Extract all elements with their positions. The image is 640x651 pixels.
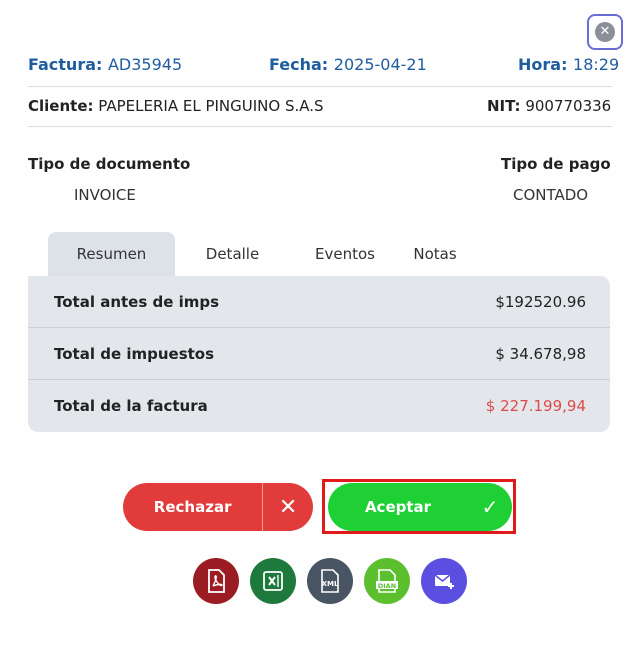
invoice-time: Hora: 18:29 xyxy=(518,55,619,74)
divider xyxy=(28,86,612,87)
reject-button[interactable]: Rechazar ✕ xyxy=(123,483,313,531)
invoice-number-label: Factura: xyxy=(28,55,103,74)
email-icon[interactable] xyxy=(421,558,467,604)
summary-row-total: Total de la factura $ 227.199,94 xyxy=(28,380,610,432)
file-actions: XML DIAN xyxy=(193,558,467,604)
tab-notas[interactable]: Notas xyxy=(400,232,470,276)
pdf-icon[interactable] xyxy=(193,558,239,604)
invoice-date-label: Fecha: xyxy=(269,55,329,74)
dian-icon[interactable]: DIAN xyxy=(364,558,410,604)
payment-type-label: Tipo de pago xyxy=(501,155,611,173)
subtotal-label: Total antes de imps xyxy=(54,293,220,311)
reject-label: Rechazar xyxy=(153,498,232,516)
subtotal-value: $192520.96 xyxy=(495,293,586,311)
total-label: Total de la factura xyxy=(54,397,208,415)
svg-text:DIAN: DIAN xyxy=(378,582,396,590)
tab-detalle[interactable]: Detalle xyxy=(175,232,290,276)
client-nit: NIT: 900770336 xyxy=(487,97,611,115)
invoice-modal: ✕ Factura: AD35945 Fecha: 2025-04-21 Hor… xyxy=(0,0,640,651)
client-name: Cliente: PAPELERIA EL PINGUINO S.A.S xyxy=(28,97,324,115)
tab-bar: Resumen Detalle Eventos Notas xyxy=(48,232,470,276)
total-value: $ 227.199,94 xyxy=(485,397,586,415)
summary-panel: Total antes de imps $192520.96 Total de … xyxy=(28,276,610,432)
accept-highlight-box xyxy=(322,479,516,534)
payment-type-value: CONTADO xyxy=(513,186,589,204)
invoice-date-value: 2025-04-21 xyxy=(333,55,427,74)
excel-icon[interactable] xyxy=(250,558,296,604)
svg-text:XML: XML xyxy=(322,580,339,588)
x-icon: ✕ xyxy=(262,483,313,531)
xml-icon[interactable]: XML xyxy=(307,558,353,604)
summary-row-taxes: Total de impuestos $ 34.678,98 xyxy=(28,328,610,380)
doc-type-label: Tipo de documento xyxy=(28,155,191,173)
invoice-time-label: Hora: xyxy=(518,55,568,74)
tab-resumen[interactable]: Resumen xyxy=(48,232,175,276)
invoice-number: Factura: AD35945 xyxy=(28,55,182,74)
taxes-label: Total de impuestos xyxy=(54,345,215,363)
close-icon: ✕ xyxy=(595,22,615,42)
invoice-number-value: AD35945 xyxy=(107,55,183,74)
invoice-date: Fecha: 2025-04-21 xyxy=(269,55,427,74)
nit-value: 900770336 xyxy=(525,97,612,115)
client-value: PAPELERIA EL PINGUINO S.A.S xyxy=(98,97,324,115)
doc-type-value: INVOICE xyxy=(74,186,136,204)
tab-eventos[interactable]: Eventos xyxy=(290,232,400,276)
close-button[interactable]: ✕ xyxy=(587,14,623,50)
nit-label: NIT: xyxy=(487,97,521,115)
invoice-time-value: 18:29 xyxy=(573,55,620,74)
divider xyxy=(28,126,612,127)
summary-row-subtotal: Total antes de imps $192520.96 xyxy=(28,276,610,328)
client-label: Cliente: xyxy=(28,97,94,115)
taxes-value: $ 34.678,98 xyxy=(495,345,586,363)
